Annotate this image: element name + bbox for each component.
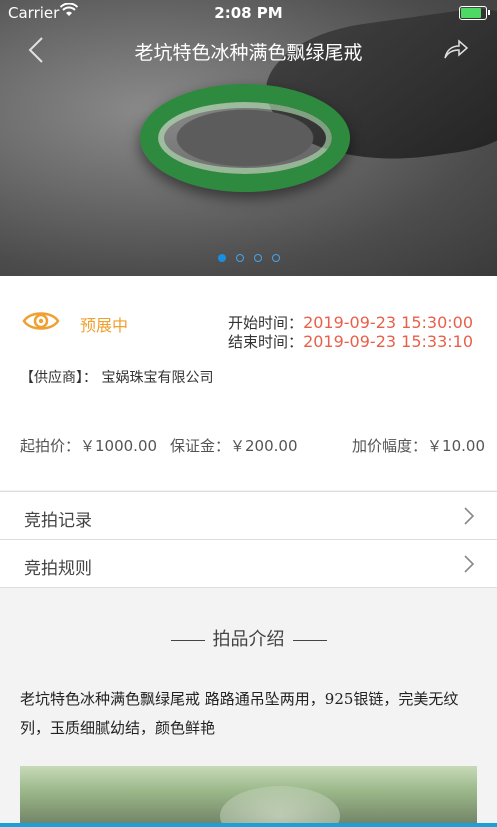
end-time-label: 结束时间： xyxy=(228,333,304,351)
carousel-dot[interactable] xyxy=(253,254,262,262)
carousel-dot[interactable] xyxy=(235,254,244,262)
clock: 2:08 PM xyxy=(214,4,283,22)
intro-title: 拍品介绍 xyxy=(212,629,285,650)
carousel-dot[interactable] xyxy=(271,254,280,262)
bid-rules-row[interactable]: 竞拍规则 xyxy=(0,539,497,588)
bid-increment: 加价幅度：￥10.00 xyxy=(352,437,485,455)
bid-rules-label: 竞拍规则 xyxy=(24,559,92,579)
divider xyxy=(170,639,205,641)
deposit: 保证金：￥200.00 xyxy=(170,437,298,455)
chevron-right-icon xyxy=(464,555,475,573)
bottom-bar xyxy=(0,823,497,827)
detail-image xyxy=(20,766,477,827)
carousel-indicator xyxy=(0,254,497,262)
item-description: 老坑特色冰种满色飘绿尾戒 路路通吊坠两用，925银链，完美无纹列，玉质细腻幼结，… xyxy=(20,690,459,737)
share-icon[interactable] xyxy=(443,38,469,62)
start-time-label: 开始时间： xyxy=(228,314,304,332)
start-time-row: 开始时间：2019-09-23 15:30:00 xyxy=(228,312,473,333)
auction-info-panel: 预展中 开始时间：2019-09-23 15:30:00 结束时间：2019-0… xyxy=(0,276,497,490)
start-time-value: 2019-09-23 15:30:00 xyxy=(303,313,473,332)
supplier-label: 【供应商】： 宝娲珠宝有限公司 xyxy=(20,370,214,386)
carousel-dot[interactable] xyxy=(217,254,226,262)
end-time-row: 结束时间：2019-09-23 15:33:10 xyxy=(228,331,473,352)
auction-status: 预展中 xyxy=(80,316,129,335)
chevron-right-icon xyxy=(464,507,475,525)
section-heading: 拍品介绍 xyxy=(0,625,497,651)
start-price: 起拍价：￥1000.00 xyxy=(20,437,158,455)
battery-icon xyxy=(459,6,490,20)
jade-ring-image xyxy=(140,84,350,192)
divider xyxy=(292,639,327,641)
bid-records-label: 竞拍记录 xyxy=(24,511,92,531)
status-bar: Carrier 2:08 PM xyxy=(0,0,497,26)
eye-icon xyxy=(22,312,60,330)
bid-records-row[interactable]: 竞拍记录 xyxy=(0,491,497,539)
back-arrow-icon[interactable] xyxy=(24,36,52,64)
page-title: 老坑特色冰种满色飘绿尾戒 xyxy=(134,42,363,64)
end-time-value: 2019-09-23 15:33:10 xyxy=(303,332,473,351)
